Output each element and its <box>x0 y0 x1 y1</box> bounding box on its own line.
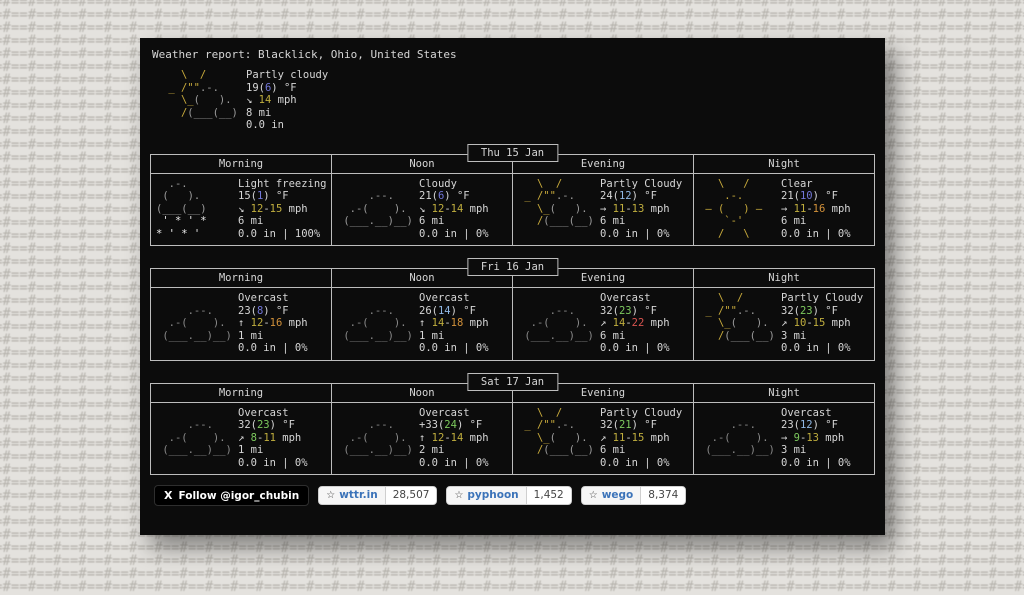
weather-details: Light freezing 15(1) °F ↘ 12-15 mph 6 mi… <box>238 178 329 241</box>
weather-cell: \ / _ /"".-. \_( ). /(___(__) Partly Clo… <box>694 288 874 360</box>
terminal-window: Weather report: Blacklick, Ohio, United … <box>140 38 885 535</box>
period-header: Night <box>694 155 874 173</box>
github-star-badge-wttr.in[interactable]: ☆ wttr.in 28,507 <box>318 486 437 505</box>
day-forecast-table: Sat 17 JanMorningNoonEveningNight .--. .… <box>150 383 875 476</box>
footer: X Follow @igor_chubin ☆ wttr.in 28,507 ☆ pyp… <box>154 485 875 506</box>
weather-cell: .--. .-( ). (___.__)__) Overcast 23(12) … <box>694 403 874 475</box>
weather-art: .-. ( ). (___(__) ' * ' * * ' * ' <box>156 178 238 241</box>
period-header: Night <box>694 269 874 287</box>
day-label: Sat 17 Jan <box>467 373 558 391</box>
weather-art: .--. .-( ). (___.__)__) <box>699 407 781 470</box>
weather-details: Clear 21(10) °F → 11-16 mph 6 mi 0.0 in … <box>781 178 872 241</box>
weather-cell: .--. .-( ). (___.__)__) Overcast 32(23) … <box>151 403 332 475</box>
current-conditions: \ / _ /"".-. \_( ). /(___(__) Partly clo… <box>162 69 875 132</box>
weather-art: .--. .-( ). (___.__)__) <box>156 407 238 470</box>
badge-star-count: 8,374 <box>641 487 685 504</box>
weather-details: Overcast 32(23) °F ↗ 14-22 mph 6 mi 0.0 … <box>600 292 691 355</box>
weather-details: Overcast 32(23) °F ↗ 8-11 mph 1 mi 0.0 i… <box>238 407 329 470</box>
period-header: Morning <box>151 269 332 287</box>
current-weather-details: Partly cloudy 19(6) °F ↘ 14 mph 8 mi 0.0… <box>246 69 328 132</box>
weather-cell: .--. .-( ). (___.__)__) Overcast 26(14) … <box>332 288 513 360</box>
weather-art: \ / .-. – ( ) – `-' / \ <box>699 178 781 241</box>
github-star-badge-wego[interactable]: ☆ wego 8,374 <box>581 486 687 505</box>
period-header: Morning <box>151 155 332 173</box>
weather-details: Partly Cloudy 24(12) °F → 11-13 mph 6 mi… <box>600 178 691 241</box>
weather-art: \ / _ /"".-. \_( ). /(___(__) <box>518 407 600 470</box>
current-weather-art: \ / _ /"".-. \_( ). /(___(__) <box>162 69 246 132</box>
github-badges: ☆ wttr.in 28,507 ☆ pyphoon 1,452 ☆ wego 8,374 <box>318 486 686 505</box>
weather-details: Overcast 26(14) °F ↑ 14-18 mph 1 mi 0.0 … <box>419 292 510 355</box>
weather-cell: \ / .-. – ( ) – `-' / \Clear 21(10) °F →… <box>694 174 874 246</box>
badge-star-count: 1,452 <box>527 487 571 504</box>
weather-details: Overcast 23(8) °F ↑ 12-16 mph 1 mi 0.0 i… <box>238 292 329 355</box>
weather-art: .--. .-( ). (___.__)__) <box>518 292 600 355</box>
star-icon: ☆ <box>326 491 335 501</box>
weather-cell: .-. ( ). (___(__) ' * ' * * ' * 'Light f… <box>151 174 332 246</box>
period-header: Morning <box>151 384 332 402</box>
weather-art: .--. .-( ). (___.__)__) <box>337 178 419 241</box>
day-forecast-table: Fri 16 JanMorningNoonEveningNight .--. .… <box>150 268 875 361</box>
badge-repo-name: pyphoon <box>467 490 518 501</box>
github-star-badge-pyphoon[interactable]: ☆ pyphoon 1,452 <box>446 486 571 505</box>
star-icon: ☆ <box>589 491 598 501</box>
weather-art: .--. .-( ). (___.__)__) <box>337 407 419 470</box>
badge-star-count: 28,507 <box>386 487 437 504</box>
period-header: Night <box>694 384 874 402</box>
weather-cell: \ / _ /"".-. \_( ). /(___(__) Partly Clo… <box>513 403 694 475</box>
follow-label: Follow @igor_chubin <box>178 490 299 502</box>
day-label: Thu 15 Jan <box>467 144 558 162</box>
weather-details: Cloudy 21(6) °F ↘ 12-14 mph 6 mi 0.0 in … <box>419 178 510 241</box>
day-label: Fri 16 Jan <box>467 258 558 276</box>
weather-cell: \ / _ /"".-. \_( ). /(___(__) Partly Clo… <box>513 174 694 246</box>
star-icon: ☆ <box>454 491 463 501</box>
forecast-days: Thu 15 JanMorningNoonEveningNight .-. ( … <box>150 154 875 476</box>
weather-cell: .--. .-( ). (___.__)__) Overcast 32(23) … <box>513 288 694 360</box>
weather-details: Overcast +33(24) °F ↑ 12-14 mph 2 mi 0.0… <box>419 407 510 470</box>
weather-cell: .--. .-( ). (___.__)__) Cloudy 21(6) °F … <box>332 174 513 246</box>
badge-repo-name: wttr.in <box>339 490 377 501</box>
weather-details: Partly Cloudy 32(23) °F ↗ 10-15 mph 3 mi… <box>781 292 872 355</box>
weather-art: .--. .-( ). (___.__)__) <box>337 292 419 355</box>
report-title: Weather report: Blacklick, Ohio, United … <box>152 48 875 61</box>
follow-badge[interactable]: X Follow @igor_chubin <box>154 485 309 506</box>
weather-cell: .--. .-( ). (___.__)__) Overcast +33(24)… <box>332 403 513 475</box>
day-forecast-table: Thu 15 JanMorningNoonEveningNight .-. ( … <box>150 154 875 247</box>
weather-cell: .--. .-( ). (___.__)__) Overcast 23(8) °… <box>151 288 332 360</box>
weather-details: Overcast 23(12) °F → 9-13 mph 3 mi 0.0 i… <box>781 407 872 470</box>
weather-art: \ / _ /"".-. \_( ). /(___(__) <box>699 292 781 355</box>
weather-art: .--. .-( ). (___.__)__) <box>156 292 238 355</box>
badge-repo-name: wego <box>602 490 634 501</box>
weather-art: \ / _ /"".-. \_( ). /(___(__) <box>518 178 600 241</box>
x-logo-icon: X <box>164 489 172 502</box>
weather-details: Partly Cloudy 32(21) °F ↗ 11-15 mph 6 mi… <box>600 407 691 470</box>
